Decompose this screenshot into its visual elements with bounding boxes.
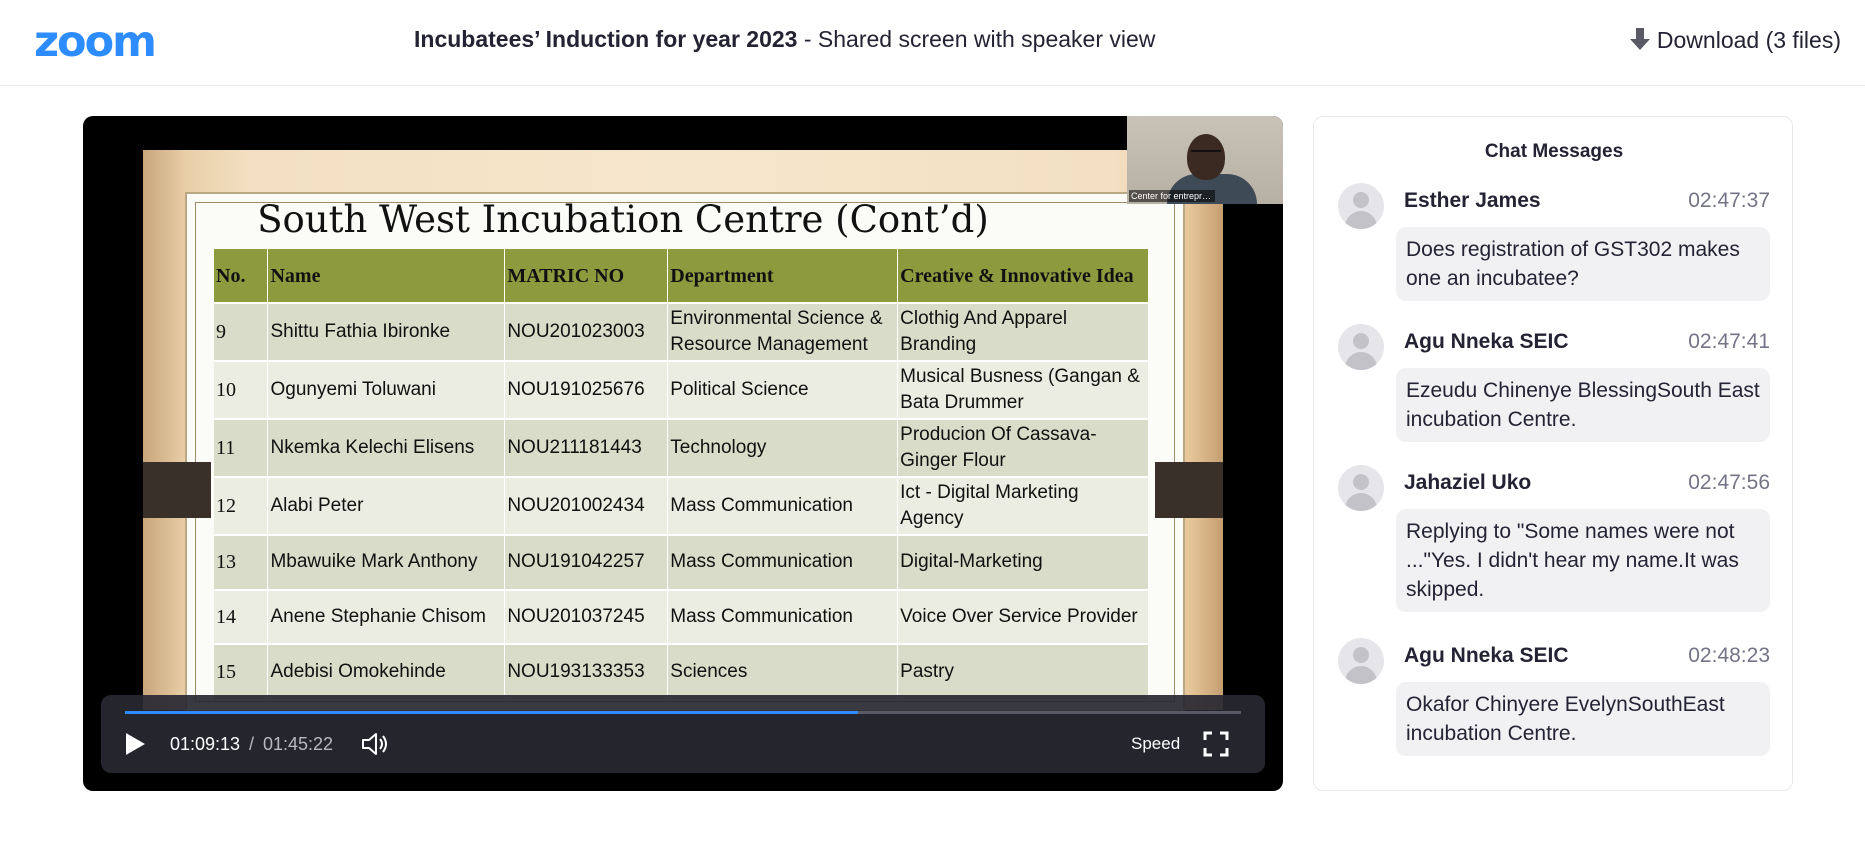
zoom-logo[interactable]: zoom [34,18,157,66]
table-cell: Ogunyemi Toluwani [267,360,506,419]
top-header: zoom Incubatees’ Induction for year 2023… [0,0,1865,86]
table-row: 14 Anene Stephanie Chisom NOU201037245 M… [214,588,1149,644]
table-cell: Mbawuike Mark Anthony [267,534,506,590]
volume-icon[interactable] [361,731,389,757]
table-row: 12 Alabi Peter NOU201002434 Mass Communi… [214,476,1149,535]
table-cell: 9 [214,302,269,361]
table-cell: NOU201002434 [504,476,669,535]
player-controls: 01:09:13 / 01:45:22 Speed [101,695,1265,773]
message-time: 02:47:56 [1688,471,1770,494]
speed-button[interactable]: Speed [1131,733,1180,755]
avatar [1338,638,1384,684]
column-header: No. [214,249,269,303]
chat-title: Chat Messages [1484,141,1624,162]
total-duration: 01:45:22 [263,734,334,754]
play-button[interactable] [123,731,147,757]
table-cell: Alabi Peter [267,476,506,535]
video-player[interactable]: South West Incubation Centre (Cont’d) No… [83,116,1283,791]
slide-table-header: No. Name MATRIC NO Department Creative &… [214,249,1149,303]
message-bubble: Does registration of GST302 makes one an… [1396,227,1770,301]
table-cell: NOU191025676 [504,360,669,419]
fullscreen-icon[interactable] [1203,731,1229,757]
table-cell: Musical Busness (Gangan & Bata Drummer [897,360,1149,419]
speaker-thumbnail[interactable]: Center for entrepren... [1127,116,1283,204]
message-sender: Agu Nneka SEIC [1404,644,1569,667]
current-time: 01:09:13 [170,734,241,754]
message-sender: Agu Nneka SEIC [1404,330,1569,353]
table-cell: 14 [214,588,269,644]
progress-fill [125,711,859,714]
message-time: 02:47:41 [1688,330,1770,353]
speaker-name-label: Center for entrepren... [1129,190,1215,202]
column-header: Name [267,249,506,303]
table-row: 9 Shittu Fathia Ibironke NOU201023003 En… [214,302,1149,361]
message-bubble: Okafor Chinyere EvelynSouthEast incubati… [1396,682,1770,756]
avatar [1338,183,1384,229]
table-cell: Clothig And Apparel Branding [897,302,1149,361]
table-cell: Sciences [667,643,899,699]
column-header: Creative & Innovative Idea [897,249,1149,303]
table-cell: Mass Communication [667,534,899,590]
table-row: 11 Nkemka Kelechi Elisens NOU211181443 T… [214,418,1149,477]
table-cell: Anene Stephanie Chisom [267,588,506,644]
table-row: 13 Mbawuike Mark Anthony NOU191042257 Ma… [214,534,1149,590]
column-header: MATRIC NO [504,249,669,303]
table-cell: Shittu Fathia Ibironke [267,302,506,361]
table-cell: NOU193133353 [504,643,669,699]
table-row: 10 Ogunyemi Toluwani NOU191025676 Politi… [214,360,1149,419]
slide-title: South West Incubation Centre (Cont’d) [257,198,989,241]
table-cell: Pastry [897,643,1149,699]
table-cell: Ict - Digital Marketing Agency [897,476,1149,535]
table-cell: Digital-Marketing [897,534,1149,590]
message-time: 02:47:37 [1688,189,1770,212]
slide-decor-left [143,462,211,518]
table-cell: NOU201023003 [504,302,669,361]
progress-bar[interactable] [125,711,1241,714]
avatar [1338,324,1384,370]
download-label: Download (3 files) [1656,27,1841,53]
slide-table: No. Name MATRIC NO Department Creative &… [214,249,1149,699]
table-cell: Environmental Science & Resource Managem… [667,302,899,361]
table-cell: Producion Of Cassava-Ginger Flour [897,418,1149,477]
table-cell: Political Science [667,360,899,419]
column-header: Department [667,249,899,303]
table-cell: Technology [667,418,899,477]
table-cell: Mass Communication [667,476,899,535]
table-cell: Voice Over Service Provider [897,588,1149,644]
table-cell: Mass Communication [667,588,899,644]
message-sender: Jahaziel Uko [1404,471,1532,494]
table-cell: 10 [214,360,269,419]
table-cell: Adebisi Omokehinde [267,643,506,699]
message-sender: Esther James [1404,189,1541,212]
slide-decor-right [1155,462,1223,518]
recording-title-suffix: - Shared screen with speaker view [797,26,1156,52]
download-icon [1629,28,1650,50]
table-cell: 13 [214,534,269,590]
table-cell: NOU211181443 [504,418,669,477]
recording-title-main: Incubatees’ Induction for year 2023 [414,26,798,52]
message-bubble: Ezeudu Chinenye BlessingSouth East incub… [1396,368,1770,442]
time-separator: / [249,734,255,754]
table-cell: 11 [214,418,269,477]
table-cell: 12 [214,476,269,535]
download-button[interactable]: Download (3 files) [1629,24,1841,56]
table-row: 15 Adebisi Omokehinde NOU193133353 Scien… [214,643,1149,699]
table-cell: 15 [214,643,269,699]
table-cell: Nkemka Kelechi Elisens [267,418,506,477]
recording-title: Incubatees’ Induction for year 2023 - Sh… [414,24,1155,54]
table-cell: NOU201037245 [504,588,669,644]
message-time: 02:48:23 [1688,644,1770,667]
chat-panel: Chat Messages Esther James 02:47:37 Does… [1313,116,1793,791]
avatar [1338,465,1384,511]
message-bubble: Replying to "Some names were not ..."Yes… [1396,509,1770,612]
table-cell: NOU191042257 [504,534,669,590]
